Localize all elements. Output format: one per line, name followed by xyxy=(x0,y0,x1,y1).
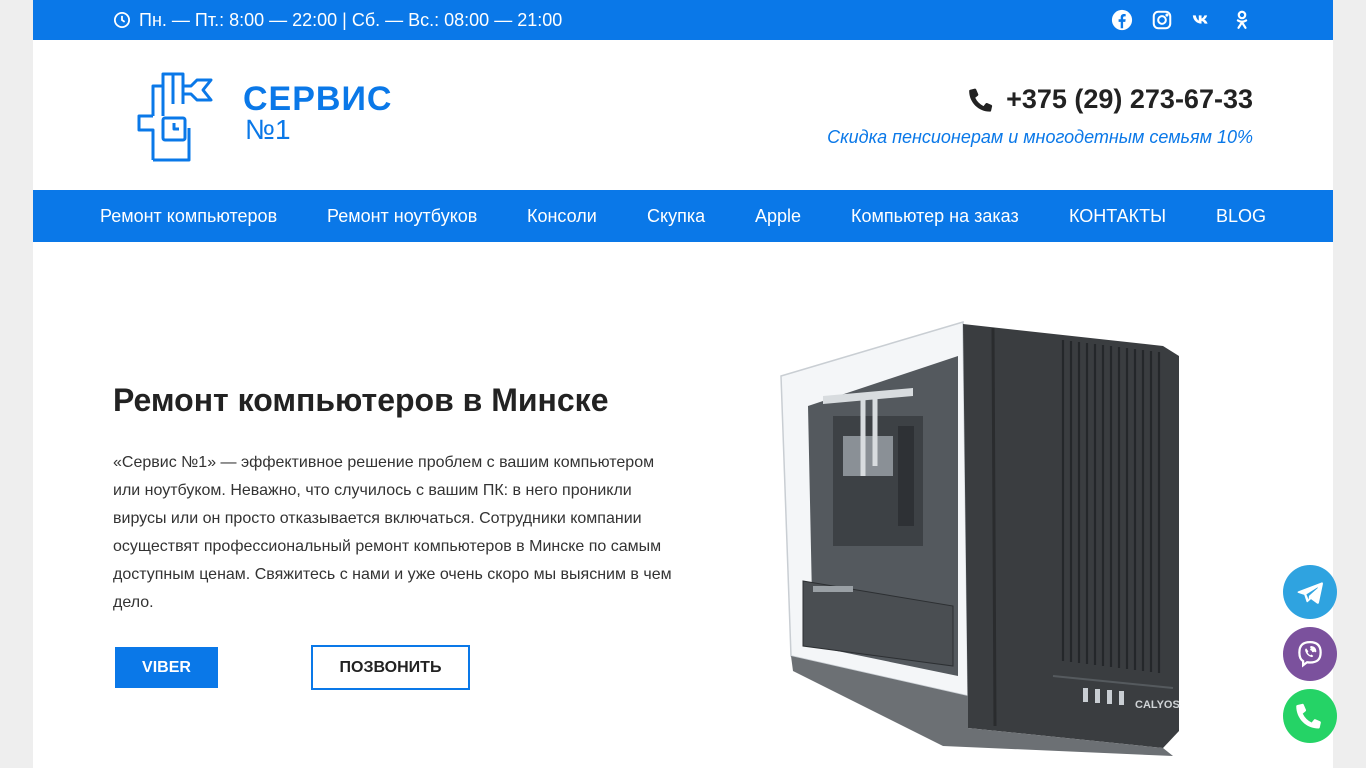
instagram-icon xyxy=(1152,10,1172,30)
clock-icon xyxy=(113,11,131,29)
call-float-button[interactable] xyxy=(1283,689,1337,743)
nav-item-laptop-repair[interactable]: Ремонт ноутбуков xyxy=(327,190,477,242)
page-title: Ремонт компьютеров в Минске xyxy=(113,382,609,418)
logo-subtitle: №1 xyxy=(245,114,291,145)
facebook-link[interactable] xyxy=(1111,9,1133,31)
phone-icon xyxy=(1296,703,1321,729)
viber-button[interactable]: VIBER xyxy=(115,647,218,688)
pc-case-image: CALYOS xyxy=(780,320,1180,756)
working-hours: Пн. — Пт.: 8:00 — 22:00 | Сб. — Вс.: 08:… xyxy=(113,0,562,40)
facebook-icon xyxy=(1111,9,1133,31)
phone-icon xyxy=(969,88,993,112)
page: Пн. — Пт.: 8:00 — 22:00 | Сб. — Вс.: 08:… xyxy=(33,0,1333,768)
viber-icon xyxy=(1298,640,1322,668)
nav-item-blog[interactable]: BLOG xyxy=(1216,190,1266,242)
instagram-link[interactable] xyxy=(1151,9,1173,31)
header: СЕРВИС №1 +375 (29) 273-67-33 Скидка пен… xyxy=(33,40,1333,190)
nav-item-consoles[interactable]: Консоли xyxy=(527,190,597,242)
discount-note: Скидка пенсионерам и многодетным семьям … xyxy=(827,127,1253,147)
top-bar: Пн. — Пт.: 8:00 — 22:00 | Сб. — Вс.: 08:… xyxy=(33,0,1333,40)
viber-float-button[interactable] xyxy=(1283,627,1337,681)
telegram-icon xyxy=(1297,582,1323,604)
logo[interactable]: СЕРВИС №1 xyxy=(133,68,391,164)
case-brand-label: CALYOS xyxy=(1135,699,1180,711)
call-button[interactable]: ПОЗВОНИТЬ xyxy=(311,645,470,690)
odnoklassniki-icon xyxy=(1236,10,1248,29)
vk-link[interactable] xyxy=(1191,9,1213,31)
social-links xyxy=(1111,0,1253,40)
main-nav: Ремонт компьютеров Ремонт ноутбуков Конс… xyxy=(33,190,1333,242)
phone-link[interactable]: +375 (29) 273-67-33 xyxy=(968,84,1253,115)
nav-item-buyback[interactable]: Скупка xyxy=(647,190,705,242)
vk-icon xyxy=(1192,15,1208,24)
telegram-float-button[interactable] xyxy=(1283,565,1337,619)
wrench-hand-logo-icon xyxy=(137,72,213,162)
nav-item-computer-repair[interactable]: Ремонт компьютеров xyxy=(100,190,277,242)
nav-item-apple[interactable]: Apple xyxy=(755,190,801,242)
odnoklassniki-link[interactable] xyxy=(1231,9,1253,31)
phone-number: +375 (29) 273-67-33 xyxy=(1006,84,1253,114)
hero-description: «Сервис №1» — эффективное решение пробле… xyxy=(113,454,672,611)
working-hours-text: Пн. — Пт.: 8:00 — 22:00 | Сб. — Вс.: 08:… xyxy=(139,9,563,30)
nav-item-custom-pc[interactable]: Компьютер на заказ xyxy=(851,190,1019,242)
nav-item-contacts[interactable]: КОНТАКТЫ xyxy=(1069,190,1166,242)
